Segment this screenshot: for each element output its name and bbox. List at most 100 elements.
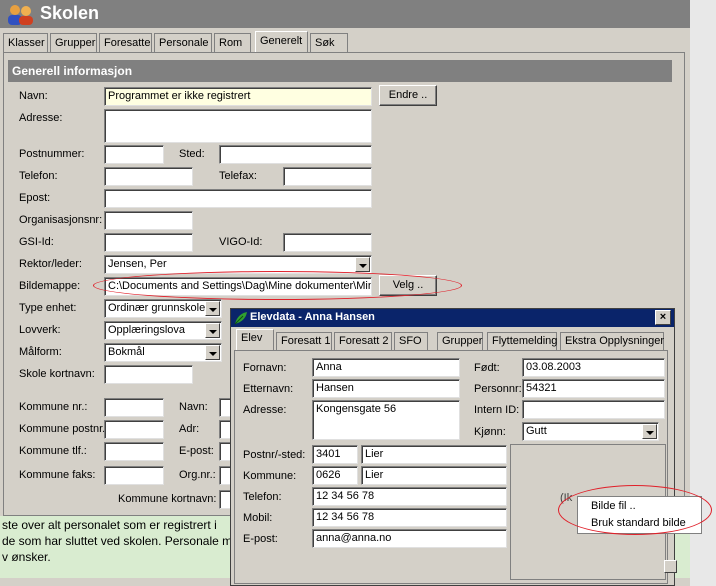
menu-item-standard-bilde[interactable]: Bruk standard bilde <box>591 517 686 529</box>
dialog-tab-flyttemelding[interactable]: Flyttemelding <box>487 332 557 350</box>
menu-item-bilde-fil[interactable]: Bilde fil .. <box>591 500 636 512</box>
telefon-field[interactable] <box>104 167 193 186</box>
epost-field[interactable] <box>104 189 372 208</box>
endre-button[interactable]: Endre .. <box>379 85 437 106</box>
scroll-down-arrow[interactable] <box>664 560 677 573</box>
elev-kommune-nr-field[interactable]: 0626 <box>312 466 358 485</box>
chevron-down-icon[interactable] <box>205 301 220 316</box>
vigo-field[interactable] <box>283 233 372 252</box>
tab-rom[interactable]: Rom <box>214 33 251 52</box>
bildemappe-field[interactable]: C:\Documents and Settings\Dag\Mine dokum… <box>104 277 372 296</box>
telefax-label: Telefax: <box>219 170 257 182</box>
tab-foresatte[interactable]: Foresatte <box>99 33 152 52</box>
postnummer-field[interactable] <box>104 145 164 164</box>
malform-label: Målform: <box>19 346 62 358</box>
tab-personale[interactable]: Personale <box>154 33 212 52</box>
kommune-adr-label: Adr: <box>179 423 200 435</box>
gsi-field[interactable] <box>104 233 193 252</box>
fodt-label: Født: <box>474 362 500 374</box>
kommune-faks-field[interactable] <box>104 466 164 485</box>
kommune-tlf-label: Kommune tlf.: <box>19 445 87 457</box>
dialog-tab-foresatt1[interactable]: Foresatt 1 <box>276 332 332 350</box>
dialog-tab-elev[interactable]: Elev <box>236 329 274 350</box>
app-title: Skolen <box>40 3 100 23</box>
kommune-postnr-label: Kommune postnr.: <box>19 423 109 435</box>
fornavn-field[interactable]: Anna <box>312 358 460 377</box>
tab-sok[interactable]: Søk <box>310 33 348 52</box>
bildemappe-label: Bildemappe: <box>19 280 81 292</box>
elev-adresse-field[interactable]: Kongensgate 56 <box>312 400 460 440</box>
elev-sted-field[interactable]: Lier <box>361 445 507 464</box>
dialog-tab-ekstra[interactable]: Ekstra Opplysninger <box>560 332 664 350</box>
kommune-postnr-field[interactable] <box>104 420 164 439</box>
lovverk-label: Lovverk: <box>19 324 61 336</box>
leaf-icon <box>234 312 247 325</box>
kommune-nr-label: Kommune nr.: <box>19 401 88 413</box>
elev-adresse-label: Adresse: <box>243 404 287 416</box>
vigo-label: VIGO-Id: <box>219 236 263 248</box>
postnr-sted-label: Postnr/-sted: <box>243 449 306 461</box>
type-enhet-label: Type enhet: <box>19 302 77 314</box>
gsi-label: GSI-Id: <box>19 236 54 248</box>
dialog-tab-sfo[interactable]: SFO <box>394 332 428 350</box>
velg-button[interactable]: Velg .. <box>379 275 437 296</box>
kommune-tlf-field[interactable] <box>104 442 164 461</box>
dialog-tab-foresatt2[interactable]: Foresatt 2 <box>334 332 392 350</box>
chevron-down-icon[interactable] <box>205 323 220 338</box>
tab-grupper[interactable]: Grupper <box>50 33 97 52</box>
sted-field[interactable] <box>219 145 372 164</box>
elev-telefon-field[interactable]: 12 34 56 78 <box>312 487 507 506</box>
etternavn-field[interactable]: Hansen <box>312 379 460 398</box>
intern-id-field[interactable] <box>522 400 665 419</box>
elev-kommune-field[interactable]: Lier <box>361 466 507 485</box>
navn-field[interactable]: Programmet er ikke registrert <box>104 87 372 106</box>
kommune-nr-field[interactable] <box>104 398 164 417</box>
chevron-down-icon[interactable] <box>355 257 370 272</box>
fornavn-label: Fornavn: <box>243 362 287 374</box>
elev-postnr-field[interactable]: 3401 <box>312 445 358 464</box>
orgnr-label: Organisasjonsnr: <box>19 214 103 226</box>
kommune-label: Kommune: <box>243 470 297 482</box>
photo-caption: (Ik <box>560 492 573 504</box>
orgnr-field[interactable] <box>104 211 193 230</box>
close-icon[interactable]: × <box>655 310 671 325</box>
rektor-label: Rektor/leder: <box>19 258 82 270</box>
postnummer-label: Postnummer: <box>19 148 85 160</box>
sted-label: Sted: <box>179 148 205 160</box>
tab-generelt[interactable]: Generelt <box>255 31 308 53</box>
mobil-label: Mobil: <box>243 512 273 524</box>
chevron-down-icon[interactable] <box>205 345 220 360</box>
help-text-line: v ønsker. <box>2 550 51 564</box>
personnr-label: Personnr: <box>474 383 522 395</box>
chevron-down-icon[interactable] <box>642 424 657 439</box>
epost-label: Epost: <box>19 192 51 204</box>
kommune-epost-label: E-post: <box>179 445 214 457</box>
kjonn-label: Kjønn: <box>474 426 506 438</box>
users-logo-icon <box>8 5 33 25</box>
help-text-line: ste over alt personalet som er registrer… <box>2 518 217 532</box>
elev-telefon-label: Telefon: <box>243 491 282 503</box>
intern-id-label: Intern ID: <box>474 404 520 416</box>
telefax-field[interactable] <box>283 167 372 186</box>
skole-kortnavn-field[interactable] <box>104 365 193 384</box>
dialog-tab-grupper[interactable]: Grupper <box>437 332 483 350</box>
kommune-kortnavn-label: Kommune kortnavn: <box>118 493 217 505</box>
kjonn-select[interactable]: Gutt <box>522 422 659 441</box>
personnr-field[interactable]: 54321 <box>522 379 665 398</box>
elev-epost-label: E-post: <box>243 533 278 545</box>
adresse-field[interactable] <box>104 109 372 143</box>
etternavn-label: Etternavn: <box>243 383 294 395</box>
adresse-label: Adresse: <box>19 112 63 124</box>
mobil-field[interactable]: 12 34 56 78 <box>312 508 507 527</box>
fodt-field[interactable]: 03.08.2003 <box>522 358 665 377</box>
navn-label: Navn: <box>19 90 48 102</box>
skole-kortnavn-label: Skole kortnavn: <box>19 368 95 380</box>
elev-epost-field[interactable]: anna@anna.no <box>312 529 507 548</box>
telefon-label: Telefon: <box>19 170 58 182</box>
app-titlebar <box>0 0 690 28</box>
kommune-orgnr-label: Org.nr.: <box>179 469 216 481</box>
kommune-navn-label: Navn: <box>179 401 208 413</box>
rektor-select[interactable]: Jensen, Per <box>104 255 372 274</box>
section-header: Generell informasjon <box>8 60 672 82</box>
tab-klasser[interactable]: Klasser <box>3 33 48 52</box>
